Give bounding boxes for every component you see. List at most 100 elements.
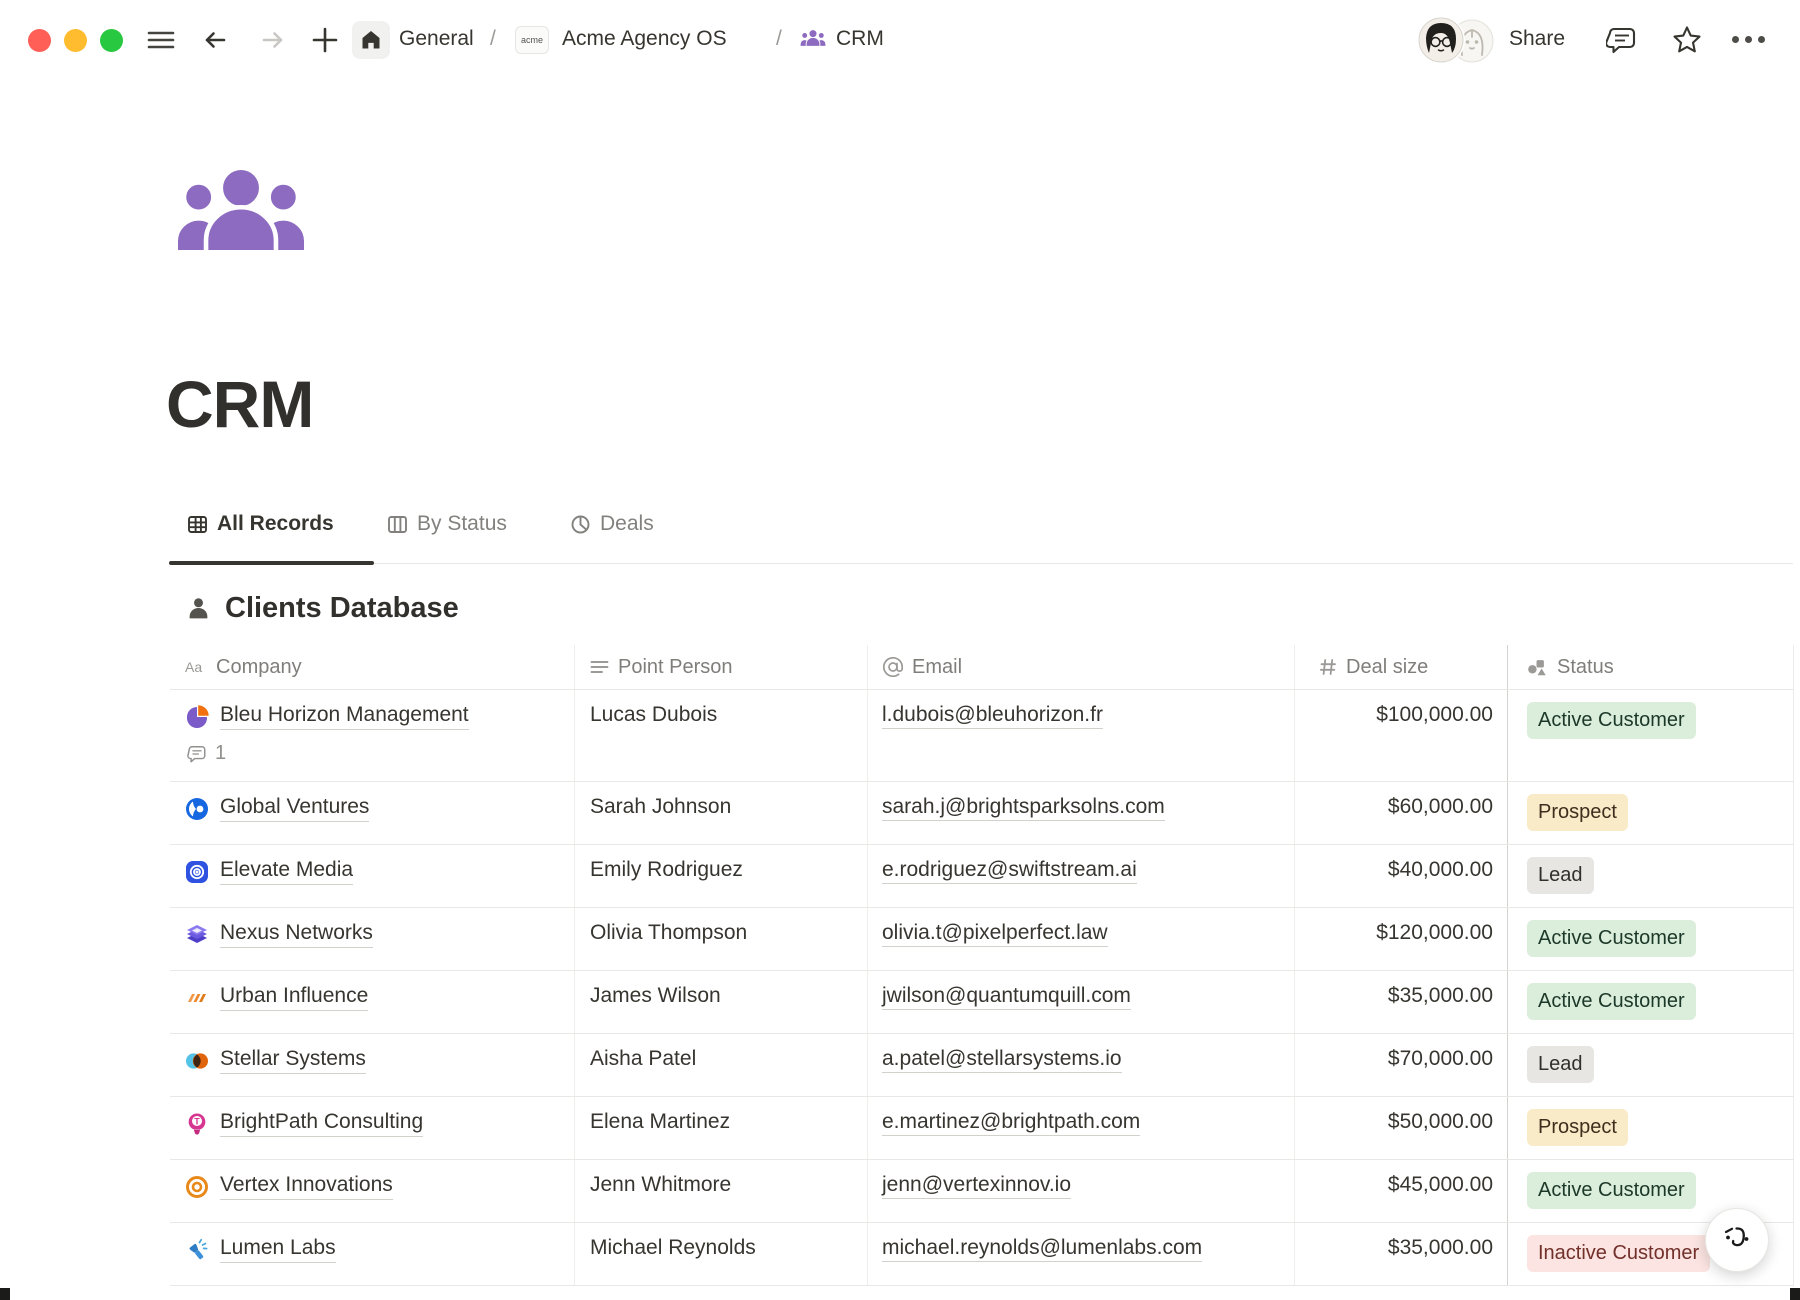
deal-size-cell[interactable]: $35,000.00 [1295,971,1508,1033]
point-person-cell[interactable]: Aisha Patel [575,1034,868,1096]
status-cell[interactable]: Prospect [1508,782,1794,844]
deal-size-cell[interactable]: $40,000.00 [1295,845,1508,907]
company-page-link[interactable]: Vertex Innovations [220,1173,393,1200]
company-page-link[interactable]: Nexus Networks [220,921,373,948]
minimize-window-button[interactable] [64,29,87,52]
close-window-button[interactable] [28,29,51,52]
company-page-link[interactable]: BrightPath Consulting [220,1110,423,1137]
email-cell[interactable]: olivia.t@pixelperfect.law [868,908,1295,970]
notion-ai-button[interactable] [1705,1208,1769,1272]
email-cell[interactable]: e.martinez@brightpath.com [868,1097,1295,1159]
email-cell[interactable]: jwilson@quantumquill.com [868,971,1295,1033]
company-page-link[interactable]: Urban Influence [220,984,368,1011]
company-page-link[interactable]: Stellar Systems [220,1047,366,1074]
point-person-cell[interactable]: James Wilson [575,971,868,1033]
point-person-cell[interactable]: Sarah Johnson [575,782,868,844]
page-title[interactable]: CRM [166,366,313,442]
more-options-icon[interactable] [1732,36,1765,43]
email-cell[interactable]: michael.reynolds@lumenlabs.com [868,1223,1295,1285]
email-link[interactable]: e.rodriguez@swiftstream.ai [882,858,1137,884]
deal-size-cell[interactable]: $35,000.00 [1295,1223,1508,1285]
tab-by-status[interactable]: By Status [387,503,507,545]
company-cell[interactable]: Global Ventures [170,782,575,844]
company-cell[interactable]: Nexus Networks [170,908,575,970]
company-page-link[interactable]: Lumen Labs [220,1236,336,1263]
favorite-star-icon[interactable] [1670,23,1704,57]
sidebar-menu-icon[interactable] [146,25,176,55]
status-cell[interactable]: Active Customer [1508,908,1794,970]
deal-size-cell[interactable]: $70,000.00 [1295,1034,1508,1096]
company-cell[interactable]: Urban Influence [170,971,575,1033]
back-icon[interactable] [200,25,230,55]
column-header-point-person[interactable]: Point Person [575,645,868,689]
column-header-deal-size[interactable]: Deal size [1295,645,1508,689]
email-cell[interactable]: a.patel@stellarsystems.io [868,1034,1295,1096]
email-link[interactable]: l.dubois@bleuhorizon.fr [882,703,1103,729]
breadcrumb-root[interactable]: General [399,27,474,51]
company-page-link[interactable]: Elevate Media [220,858,353,885]
deal-size-cell[interactable]: $50,000.00 [1295,1097,1508,1159]
tab-deals[interactable]: Deals [570,503,654,545]
company-cell[interactable]: Vertex Innovations [170,1160,575,1222]
deal-size-cell[interactable]: $100,000.00 [1295,690,1508,781]
email-cell[interactable]: e.rodriguez@swiftstream.ai [868,845,1295,907]
company-cell[interactable]: TBrightPath Consulting [170,1097,575,1159]
tab-all-records[interactable]: All Records [187,503,334,545]
status-cell[interactable]: Active Customer [1508,971,1794,1033]
home-button[interactable] [352,21,390,59]
collaborator-avatars[interactable] [1417,16,1497,64]
table-row[interactable]: Urban Influence James Wilson jwilson@quant… [170,971,1794,1034]
breadcrumb-page[interactable]: CRM [836,27,884,51]
email-link[interactable]: michael.reynolds@lumenlabs.com [882,1236,1202,1262]
email-cell[interactable]: jenn@vertexinnov.io [868,1160,1295,1222]
point-person-cell[interactable]: Michael Reynolds [575,1223,868,1285]
deal-size-cell[interactable]: $45,000.00 [1295,1160,1508,1222]
status-badge[interactable]: Prospect [1527,1109,1628,1146]
company-page-link[interactable]: Bleu Horizon Management [220,703,469,730]
status-badge[interactable]: Lead [1527,1046,1594,1083]
deal-size-cell[interactable]: $120,000.00 [1295,908,1508,970]
workspace-logo-badge[interactable]: acme [515,26,549,54]
column-header-email[interactable]: Email [868,645,1295,689]
email-link[interactable]: a.patel@stellarsystems.io [882,1047,1122,1073]
table-row[interactable]: Nexus Networks Olivia Thompson olivia.t@pi… [170,908,1794,971]
email-link[interactable]: e.martinez@brightpath.com [882,1110,1140,1136]
email-cell[interactable]: l.dubois@bleuhorizon.fr [868,690,1295,781]
deal-size-cell[interactable]: $60,000.00 [1295,782,1508,844]
email-link[interactable]: sarah.j@brightsparksolns.com [882,795,1165,821]
status-cell[interactable]: Lead [1508,845,1794,907]
table-row[interactable]: Vertex Innovations Jenn Whitmore jenn@vert… [170,1160,1794,1223]
status-cell[interactable]: Active Customer [1508,690,1794,781]
company-cell[interactable]: Stellar Systems [170,1034,575,1096]
status-badge[interactable]: Lead [1527,857,1594,894]
status-badge[interactable]: Active Customer [1527,920,1696,957]
share-button[interactable]: Share [1509,27,1565,51]
point-person-cell[interactable]: Elena Martinez [575,1097,868,1159]
status-badge[interactable]: Active Customer [1527,1172,1696,1209]
email-link[interactable]: olivia.t@pixelperfect.law [882,921,1108,947]
email-link[interactable]: jwilson@quantumquill.com [882,984,1131,1010]
email-link[interactable]: jenn@vertexinnov.io [882,1173,1071,1199]
status-badge[interactable]: Prospect [1527,794,1628,831]
table-row[interactable]: Stellar Systems Aisha Patel a.patel@stella… [170,1034,1794,1097]
point-person-cell[interactable]: Olivia Thompson [575,908,868,970]
table-row[interactable]: Elevate MediaEmily Rodrigueze.rodriguez@… [170,845,1794,908]
company-cell[interactable]: Elevate Media [170,845,575,907]
status-cell[interactable]: Lead [1508,1034,1794,1096]
column-header-company[interactable]: Aa Company [170,645,575,689]
page-icon-people[interactable] [170,164,312,256]
new-page-icon[interactable] [310,25,340,55]
table-row[interactable]: Lumen Labs Michael Reynolds michael.reynol… [170,1223,1794,1286]
column-header-status[interactable]: Status [1508,645,1794,689]
company-cell[interactable]: Bleu Horizon Management1 [170,690,575,781]
status-badge[interactable]: Active Customer [1527,702,1696,739]
company-page-link[interactable]: Global Ventures [220,795,369,822]
point-person-cell[interactable]: Lucas Dubois [575,690,868,781]
status-cell[interactable]: Prospect [1508,1097,1794,1159]
table-row[interactable]: Bleu Horizon Management1Lucas Dubois l.du… [170,690,1794,782]
database-title[interactable]: Clients Database [225,592,459,625]
company-cell[interactable]: Lumen Labs [170,1223,575,1285]
forward-icon[interactable] [258,25,288,55]
status-badge[interactable]: Inactive Customer [1527,1235,1710,1272]
point-person-cell[interactable]: Jenn Whitmore [575,1160,868,1222]
